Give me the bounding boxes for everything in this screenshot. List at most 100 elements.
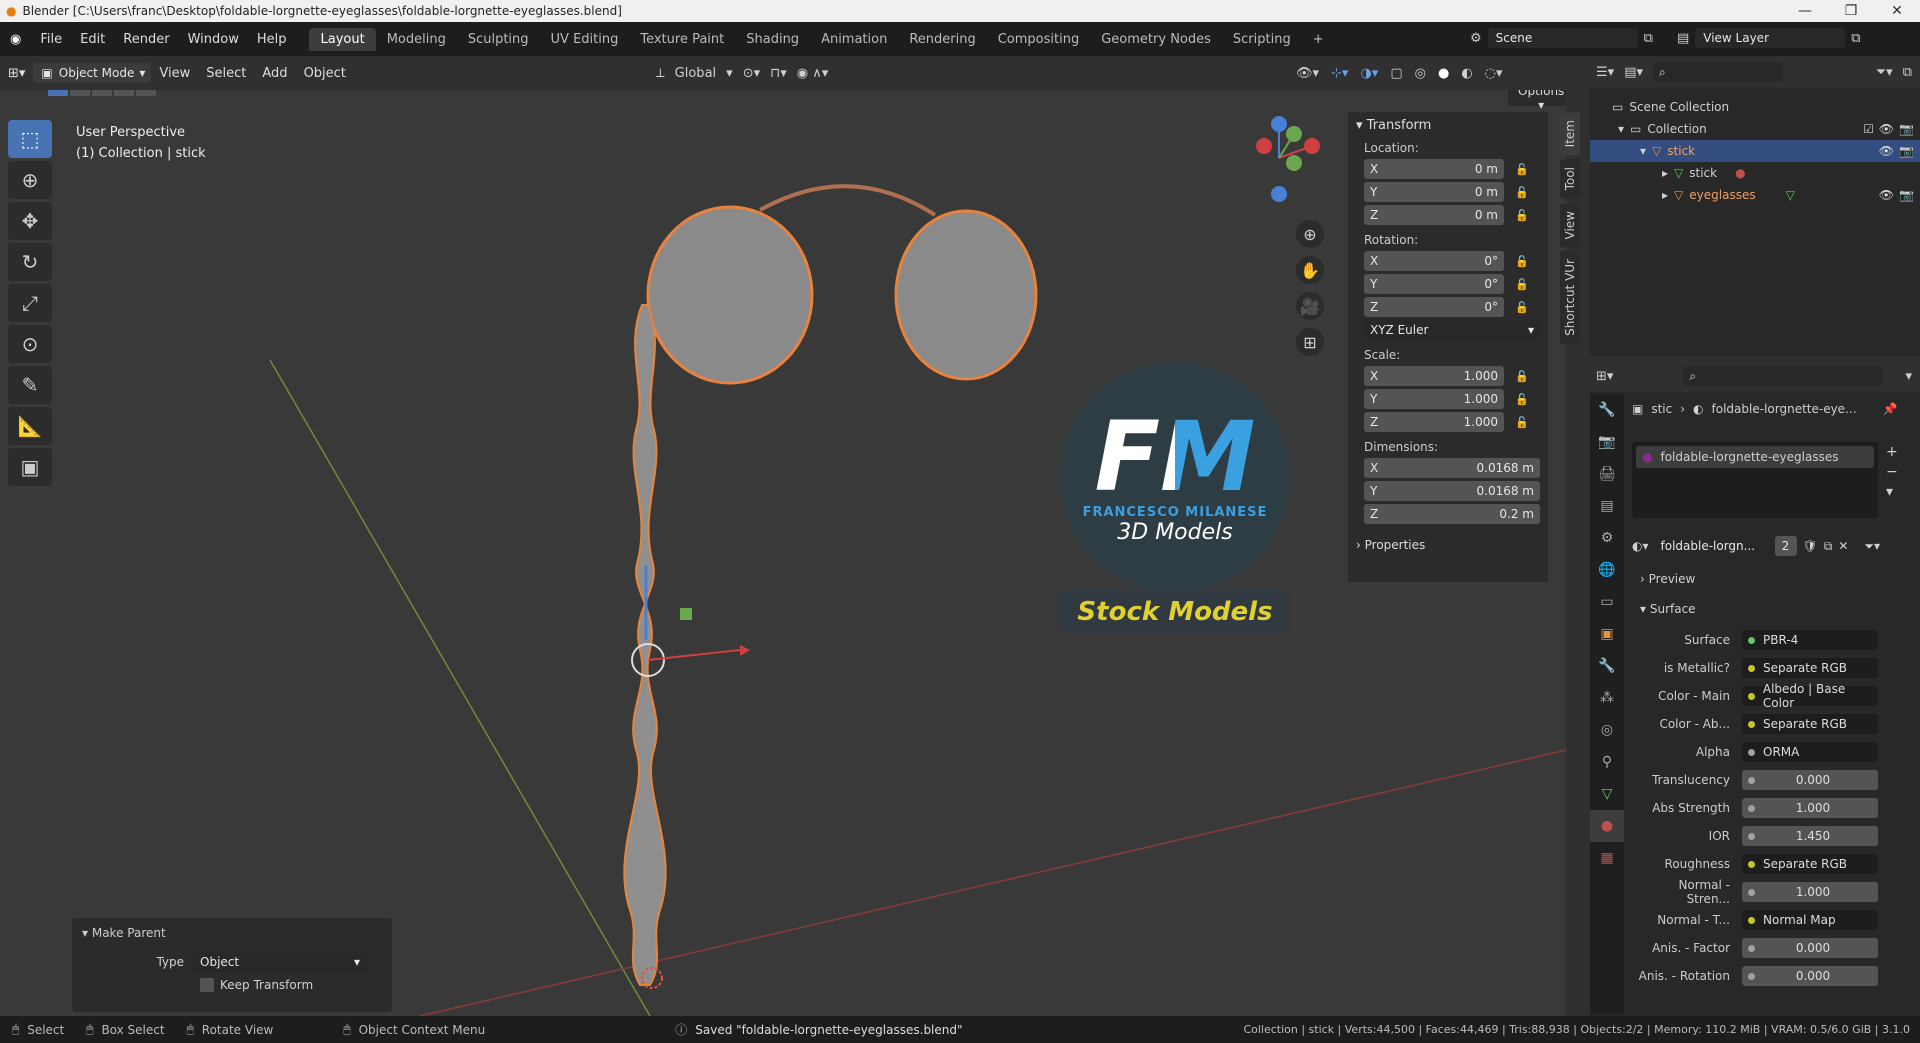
gizmo-icon[interactable]: ⊹▾ [1331,66,1348,81]
maximize-icon[interactable]: ❐ [1828,0,1874,22]
minimize-icon[interactable]: — [1782,0,1828,22]
menu-select[interactable]: Select [198,66,254,81]
pan-hand-icon[interactable]: ✋ [1296,256,1324,284]
transform-header[interactable]: ▾ Transform [1356,118,1540,133]
property-value-field[interactable]: PBR-4 [1742,630,1878,650]
breadcrumb-object[interactable]: stic [1651,402,1672,416]
socket-icon[interactable] [1748,944,1755,952]
rotation-x-field[interactable]: X 0° [1364,251,1504,271]
select-invert-icon[interactable] [114,90,134,96]
select-box-tool[interactable]: ⬚ [8,120,52,158]
location-y-field[interactable]: Y 0 m [1364,182,1504,202]
pivot-icon[interactable]: ⊙▾ [743,66,760,81]
eye-icon[interactable]: 👁 [1879,188,1894,202]
lock-icon[interactable]: 🔓 [1512,209,1532,222]
lock-icon[interactable]: 🔓 [1512,301,1532,314]
keep-transform-checkbox[interactable] [200,978,214,992]
unlink-material-icon[interactable]: ✕ [1838,539,1848,553]
particles-tab-icon[interactable]: ⁂ [1590,682,1624,714]
properties-header[interactable]: › Properties [1356,538,1540,552]
editor-type-icon[interactable]: ⊞▾ [0,66,33,81]
rendered-shading-icon[interactable]: ◌▾ [1485,66,1503,81]
tab-geometry-nodes[interactable]: Geometry Nodes [1090,28,1222,51]
add-workspace-icon[interactable]: + [1302,28,1335,51]
tab-modeling[interactable]: Modeling [376,28,457,51]
scale-z-field[interactable]: Z 1.000 [1364,412,1504,432]
proportional-icon[interactable]: ◉ ∧▾ [797,66,829,81]
menu-file[interactable]: File [31,32,71,47]
property-value-field[interactable]: 0.000 [1742,966,1878,986]
location-x-field[interactable]: X 0 m [1364,159,1504,179]
close-icon[interactable]: ✕ [1874,0,1920,22]
outliner-item-stick-mesh[interactable]: ▸ ▽ stick ● [1590,162,1920,184]
menu-object[interactable]: Object [296,66,354,81]
lock-icon[interactable]: 🔓 [1512,255,1532,268]
dimensions-x-field[interactable]: X 0.0168 m [1364,458,1540,478]
rotation-y-field[interactable]: Y 0° [1364,274,1504,294]
collection-row[interactable]: ▾ ▭ Collection ☑ 👁 📷 [1590,118,1920,140]
material-shading-icon[interactable]: ◐ [1461,66,1472,81]
outliner-type-icon[interactable]: ☰▾ [1596,65,1614,80]
material-slot-item[interactable]: ● foldable-lorgnette-eyeglasses [1636,446,1874,468]
socket-icon[interactable] [1748,860,1755,868]
socket-icon[interactable] [1748,916,1755,924]
collection-tab-icon[interactable]: ▭ [1590,586,1624,618]
tab-scripting[interactable]: Scripting [1222,28,1302,51]
transform-tool[interactable]: ⊙ [8,325,52,363]
data-tab-icon[interactable]: ▽ [1590,778,1624,810]
menu-window[interactable]: Window [179,32,248,47]
tab-shortcut-vur[interactable]: Shortcut VUr [1560,251,1580,344]
socket-icon[interactable] [1748,804,1755,812]
tab-tool[interactable]: Tool [1560,159,1580,199]
blender-menu-icon[interactable]: ◉ [0,32,31,47]
add-cube-tool[interactable]: ▣ [8,448,52,486]
3d-viewport[interactable]: User Perspective (1) Collection | stick … [0,90,1566,1016]
tab-animation[interactable]: Animation [810,28,898,51]
render-tab-icon[interactable]: 📷 [1590,426,1624,458]
duplicate-material-icon[interactable]: ⧉ [1824,539,1833,554]
add-slot-icon[interactable]: + [1886,444,1898,460]
menu-view[interactable]: View [151,66,198,81]
remove-slot-icon[interactable]: − [1886,464,1898,480]
tab-sculpting[interactable]: Sculpting [457,28,540,51]
output-tab-icon[interactable]: 🖨 [1590,458,1624,490]
menu-render[interactable]: Render [114,32,178,47]
socket-icon[interactable] [1748,888,1755,896]
chevron-down-icon[interactable]: ▾ [1905,369,1912,384]
properties-search-input[interactable]: ⌕ [1683,366,1884,386]
move-tool[interactable]: ✥ [8,202,52,240]
expand-icon[interactable]: ▾ [1618,122,1624,136]
material-users-count[interactable]: 2 [1774,536,1797,556]
pin-icon[interactable]: 📌 [1883,402,1898,416]
socket-icon[interactable] [1748,832,1755,840]
options-button[interactable]: Options ▾ [1508,90,1566,112]
constraints-tab-icon[interactable]: ⚲ [1590,746,1624,778]
expand-icon[interactable]: ▸ [1662,188,1668,202]
outliner-item-stick[interactable]: ▾ ▽ stick 👁 📷 [1590,140,1920,162]
scene-new-icon[interactable]: ⧉ [1644,31,1653,46]
tab-layout[interactable]: Layout [309,27,376,51]
scene-collection-row[interactable]: ▭ Scene Collection [1590,96,1920,118]
rotation-mode-dropdown[interactable]: XYZ Euler ▾ [1364,320,1540,340]
navigation-gizmo[interactable] [1234,108,1324,208]
lock-icon[interactable]: 🔓 [1512,186,1532,199]
ortho-grid-icon[interactable]: ⊞ [1296,328,1324,356]
property-value-field[interactable]: Albedo | Base Color [1742,682,1878,710]
camera-view-icon[interactable]: 🎥 [1296,292,1324,320]
view-layer-new-icon[interactable]: ⧉ [1851,31,1860,46]
outliner-search-input[interactable]: ⌕ [1653,62,1783,82]
display-mode-icon[interactable]: ▤▾ [1624,65,1643,80]
eye-icon[interactable]: 👁 [1879,144,1894,158]
dimensions-z-field[interactable]: Z 0.2 m [1364,504,1540,524]
measure-tool[interactable]: 📐 [8,407,52,445]
tab-shading[interactable]: Shading [735,28,810,51]
socket-icon[interactable] [1748,972,1755,980]
scale-tool[interactable]: ⤢ [8,284,52,322]
outliner-item-eyeglasses[interactable]: ▸ ▽ eyeglasses ▽ 👁 📷 [1590,184,1920,206]
camera-icon[interactable]: 📷 [1899,122,1914,136]
properties-type-icon[interactable]: ⊞▾ [1596,369,1613,384]
socket-icon[interactable] [1748,636,1755,644]
property-value-field[interactable]: Separate RGB [1742,854,1878,874]
camera-icon[interactable]: 📷 [1899,144,1914,158]
scene-tab-icon[interactable]: ⚙ [1590,522,1624,554]
